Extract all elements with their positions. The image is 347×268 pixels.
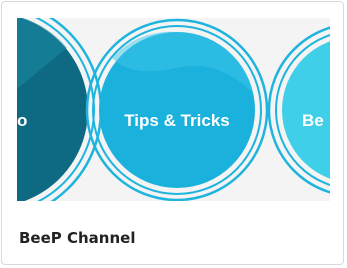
- channel-thumbnail[interactable]: o Tips & Tricks Be: [17, 18, 330, 201]
- left-circle-label: o: [17, 111, 27, 130]
- right-circle-label: Be: [302, 111, 324, 130]
- thumbnail-graphic: o Tips & Tricks Be: [17, 18, 330, 201]
- main-circle-label: Tips & Tricks: [124, 111, 230, 130]
- channel-card[interactable]: o Tips & Tricks Be BeeP Channel: [1, 1, 344, 265]
- channel-title[interactable]: BeeP Channel: [19, 229, 135, 247]
